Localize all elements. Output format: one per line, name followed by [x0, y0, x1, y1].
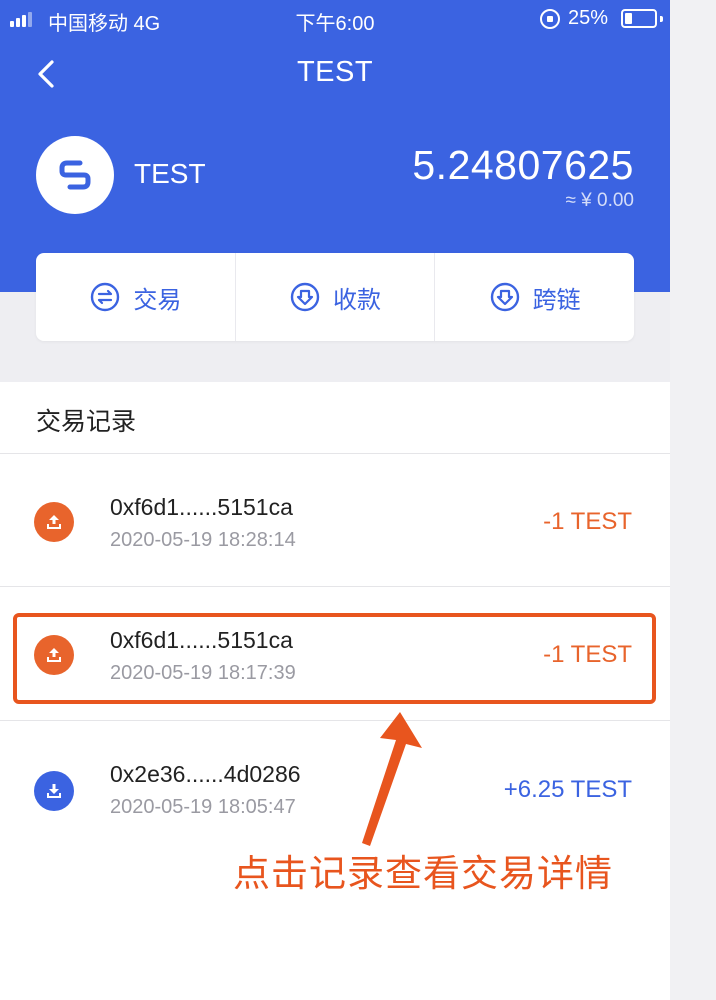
receive-icon — [34, 771, 74, 811]
cross-chain-button[interactable]: 跨链 — [434, 253, 634, 341]
receive-label: 收款 — [333, 286, 381, 314]
orientation-lock-icon — [540, 9, 560, 29]
tx-hash: 0xf6d1......5151ca — [110, 494, 293, 520]
battery-fill — [625, 13, 632, 24]
battery-icon — [621, 9, 663, 28]
tx-time: 2020-05-19 18:05:47 — [110, 796, 296, 818]
fiat-value: ≈ ¥ 0.00 — [565, 190, 634, 211]
tx-amount: +6.25 TEST — [503, 776, 632, 803]
tx-hash: 0x2e36......4d0286 — [110, 761, 301, 787]
records-title: 交易记录 — [36, 408, 137, 436]
page-title: TEST — [296, 56, 374, 88]
token-name: TEST — [134, 158, 206, 189]
phone-screen: 中国移动 4G 下午6:00 25% TEST TEST 5.24807625 … — [0, 0, 670, 1000]
battery-percent: 25% — [568, 7, 609, 29]
token-balance: 5.24807625 — [412, 142, 634, 188]
trade-button[interactable]: 交易 — [36, 253, 235, 341]
token-logo — [36, 136, 114, 214]
transaction-row[interactable]: 0xf6d1......5151ca 2020-05-19 18:28:14 -… — [0, 454, 670, 586]
action-card: 交易 收款 跨链 — [36, 253, 634, 341]
receive-icon — [290, 282, 320, 312]
cross-chain-icon — [490, 282, 519, 312]
receive-button[interactable]: 收款 — [234, 253, 435, 341]
annotation-text: 点击记录查看交易详情 — [233, 853, 613, 894]
tx-amount: -1 TEST — [543, 508, 632, 535]
trade-label: 交易 — [133, 286, 182, 314]
cross-chain-label: 跨链 — [532, 286, 581, 314]
highlight-box — [13, 613, 656, 704]
screenshot-margin — [670, 0, 716, 1000]
transaction-row[interactable]: 0x2e36......4d0286 2020-05-19 18:05:47 +… — [0, 721, 670, 853]
send-icon — [34, 502, 74, 542]
swap-icon — [91, 282, 120, 312]
token-logo-icon — [59, 160, 91, 190]
arrow-icon — [362, 712, 422, 846]
battery-cap — [660, 16, 663, 22]
tx-time: 2020-05-19 18:28:14 — [110, 529, 296, 551]
